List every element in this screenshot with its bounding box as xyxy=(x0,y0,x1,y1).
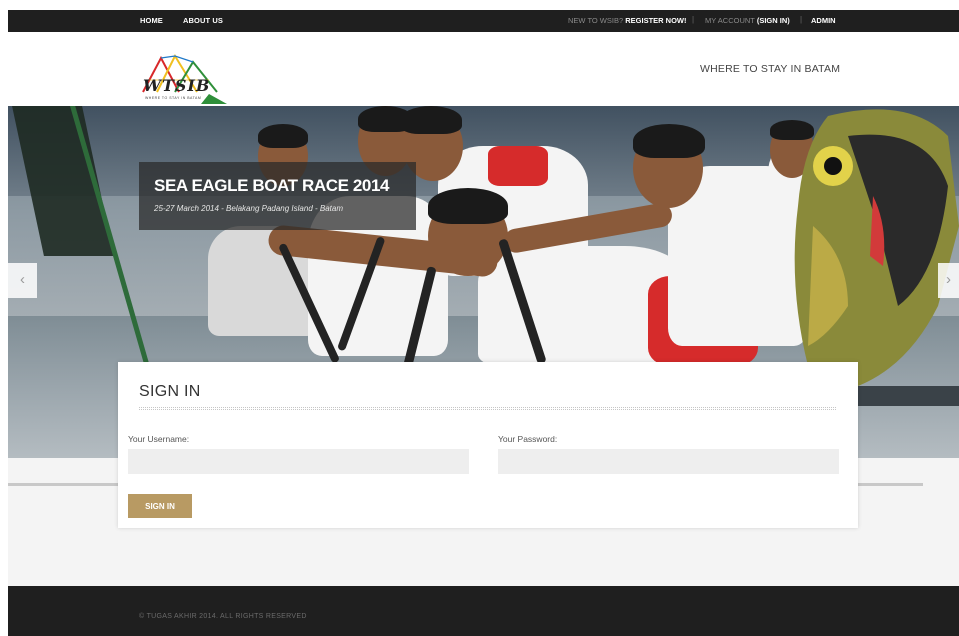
signin-divider xyxy=(139,407,836,410)
dragon-boat-head xyxy=(794,109,959,406)
paddler-hair xyxy=(258,124,308,148)
nav-home-link[interactable]: HOME xyxy=(140,16,163,25)
slider-next-button[interactable]: › xyxy=(938,263,959,298)
my-account-link[interactable]: MY ACCOUNT xyxy=(705,16,755,25)
register-prompt: NEW TO WSIB? REGISTER NOW! xyxy=(568,16,687,25)
site-footer: © TUGAS AKHIR 2014. ALL RIGHTS RESERVED xyxy=(8,586,959,636)
sign-in-link[interactable]: (SIGN IN) xyxy=(757,16,790,25)
signin-card: SIGN IN Your Username: Your Password: SI… xyxy=(118,362,858,528)
site-logo[interactable]: WTSIB WHERE TO STAY IN BATAM xyxy=(139,52,229,104)
password-label: Your Password: xyxy=(498,434,558,444)
chevron-left-icon: ‹ xyxy=(20,271,25,288)
password-input[interactable] xyxy=(498,449,839,474)
new-to-wsib-text: NEW TO WSIB? xyxy=(568,16,624,25)
header-tagline: WHERE TO STAY IN BATAM xyxy=(700,63,841,75)
logo-text: WTSIB xyxy=(143,76,211,95)
admin-link[interactable]: ADMIN xyxy=(811,16,836,25)
slide-title: SEA EAGLE BOAT RACE 2014 xyxy=(154,176,390,195)
register-now-link[interactable]: REGISTER NOW! xyxy=(625,16,686,25)
top-nav-bar: HOME ABOUT US NEW TO WSIB? REGISTER NOW!… xyxy=(8,10,959,32)
username-input[interactable] xyxy=(128,449,469,474)
paddler-hair xyxy=(633,124,705,158)
chevron-right-icon: › xyxy=(946,271,951,288)
site-header: WTSIB WHERE TO STAY IN BATAM WHERE TO ST… xyxy=(8,32,959,106)
slide-subtitle: 25-27 March 2014 - Belakang Padang Islan… xyxy=(154,204,344,213)
paddler-hair xyxy=(428,188,508,224)
slider-prev-button[interactable]: ‹ xyxy=(8,263,37,298)
separator: | xyxy=(692,15,695,24)
username-label: Your Username: xyxy=(128,434,190,444)
slide-caption: SEA EAGLE BOAT RACE 2014 25-27 March 201… xyxy=(139,162,416,230)
footer-copyright: © TUGAS AKHIR 2014. ALL RIGHTS RESERVED xyxy=(139,613,307,620)
logo-subtitle: WHERE TO STAY IN BATAM xyxy=(145,96,202,100)
page: HOME ABOUT US NEW TO WSIB? REGISTER NOW!… xyxy=(0,0,959,636)
signin-title: SIGN IN xyxy=(139,383,201,400)
paddler-sleeve xyxy=(488,146,548,186)
separator: | xyxy=(800,15,803,24)
nav-about-link[interactable]: ABOUT US xyxy=(183,16,223,25)
paddler-hair xyxy=(400,106,462,134)
my-account-area: MY ACCOUNT (SIGN IN) xyxy=(705,16,790,25)
signin-button[interactable]: SIGN IN xyxy=(128,494,192,518)
